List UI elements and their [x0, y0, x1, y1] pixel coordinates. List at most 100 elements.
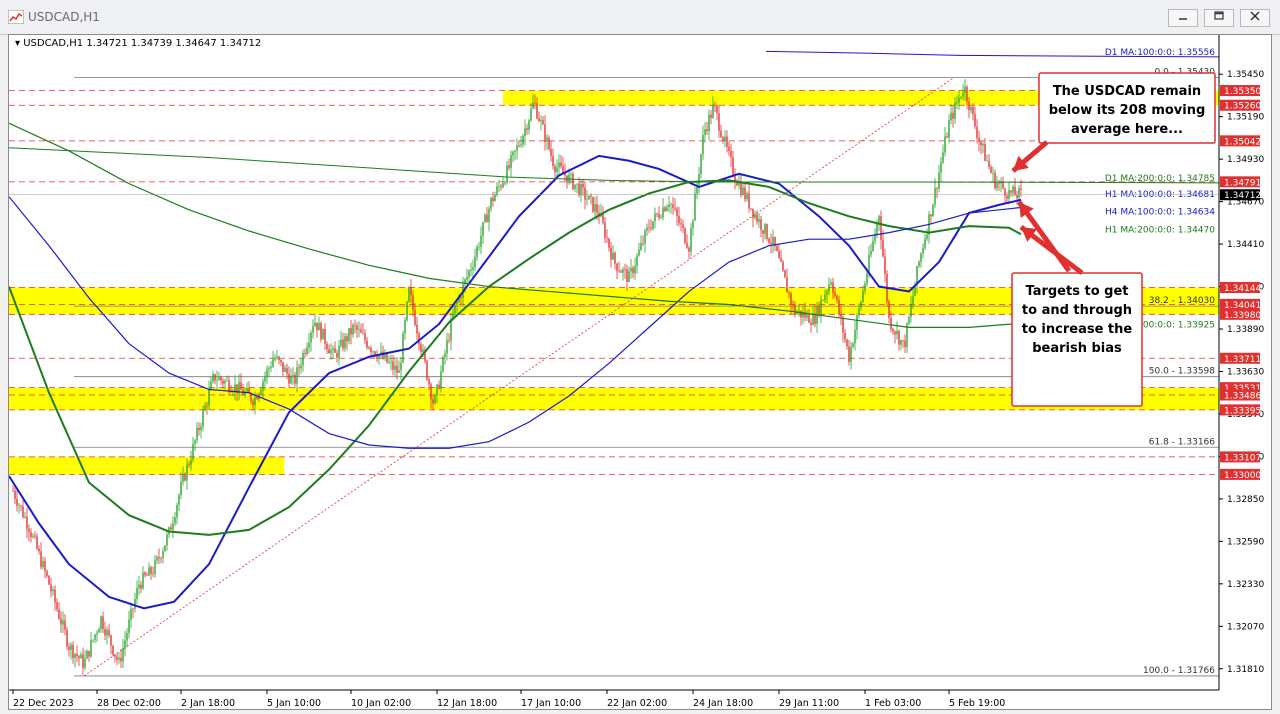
candle-body	[64, 620, 66, 630]
fib-label: 61.8 - 1.33166	[1149, 437, 1215, 447]
candle-body	[936, 187, 938, 189]
candle-body	[850, 347, 852, 362]
candle-body	[794, 304, 796, 315]
candle-body	[908, 316, 910, 324]
candle-body	[270, 366, 272, 368]
candle-body	[480, 235, 482, 247]
candle-body	[732, 157, 734, 176]
candle-body	[438, 384, 440, 389]
candle-body	[680, 223, 682, 225]
candle-body	[368, 347, 370, 349]
h1-ma100-line	[8, 154, 1022, 610]
price-tag-label: 1.35042	[1224, 137, 1261, 147]
candle-body	[456, 302, 458, 305]
candle-body	[274, 358, 276, 360]
y-tick-label: 1.31810	[1227, 665, 1264, 675]
candle-body	[488, 208, 490, 223]
candle-body	[934, 187, 936, 205]
candle-body	[184, 474, 186, 481]
candle-body	[256, 396, 258, 399]
minimize-button[interactable]	[1168, 9, 1198, 27]
candle-body	[638, 249, 640, 256]
candle-body	[100, 616, 102, 629]
candle-body	[472, 267, 474, 270]
candle-body	[926, 234, 928, 239]
candle-body	[822, 300, 824, 301]
candle-body	[770, 242, 772, 245]
candle-body	[778, 250, 780, 259]
candle-body	[688, 247, 690, 252]
candle-body	[852, 343, 854, 348]
candle-body	[946, 136, 948, 138]
candle-body	[214, 374, 216, 381]
candle-body	[714, 105, 716, 106]
candle-body	[26, 516, 28, 529]
candle-body	[534, 102, 536, 104]
restore-button[interactable]	[1204, 9, 1234, 27]
candle-body	[514, 150, 516, 152]
candle-body	[46, 570, 48, 576]
candle-body	[328, 349, 330, 354]
candle-body	[364, 333, 366, 341]
callout-text: Targets to get	[1026, 284, 1129, 299]
candle-body	[282, 362, 284, 372]
candle-body	[768, 238, 770, 243]
candle-body	[432, 399, 434, 404]
candle-body	[334, 348, 336, 353]
candle-body	[414, 310, 416, 325]
candle-body	[750, 208, 752, 209]
candle-body	[178, 495, 180, 505]
candle-body	[1020, 188, 1022, 190]
chart-area[interactable]: 0.0 - 1.3543038.2 - 1.3403050.0 - 1.3359…	[8, 34, 1272, 710]
callout-text: to increase the	[1022, 322, 1133, 337]
candle-body	[260, 390, 262, 394]
candle-body	[572, 173, 574, 189]
symbol-info: ▾ USDCAD,H1 1.34721 1.34739 1.34647 1.34…	[15, 38, 261, 49]
candle-body	[268, 367, 270, 370]
callout-targets-note: Targets to get to and through to increase …	[1011, 272, 1143, 407]
candle-body	[842, 317, 844, 333]
price-chart[interactable]: 0.0 - 1.3543038.2 - 1.3403050.0 - 1.3359…	[8, 35, 1271, 709]
candle-body	[44, 561, 46, 571]
candle-body	[350, 328, 352, 335]
x-tick-label: 5 Feb 19:00	[949, 698, 1005, 709]
candle-body	[342, 339, 344, 349]
candle-body	[326, 343, 328, 350]
candle-body	[506, 165, 508, 183]
candle-body	[376, 355, 378, 359]
candle-body	[492, 197, 494, 202]
close-button[interactable]	[1240, 9, 1270, 27]
candle-body	[840, 314, 842, 318]
candle-body	[56, 602, 58, 610]
price-tag-label: 1.34791	[1224, 178, 1261, 188]
candle-body	[996, 183, 998, 189]
x-tick-label: 24 Jan 18:00	[693, 698, 753, 709]
candle-body	[170, 527, 172, 530]
candle-body	[830, 282, 832, 285]
candle-body	[548, 137, 550, 150]
candle-body	[298, 367, 300, 369]
price-tag-label: 1.33711	[1224, 355, 1261, 365]
candle-body	[158, 557, 160, 559]
candle-body	[16, 498, 18, 506]
candle-body	[978, 137, 980, 142]
candle-body	[436, 384, 438, 396]
candle-body	[640, 242, 642, 250]
candle-body	[490, 197, 492, 209]
candle-body	[1002, 182, 1004, 189]
candle-body	[12, 490, 14, 492]
x-tick-label: 22 Jan 02:00	[607, 698, 667, 709]
candle-body	[772, 236, 774, 245]
candle-body	[90, 640, 92, 657]
h1-ma200-line	[8, 179, 1022, 536]
candle-body	[336, 352, 338, 358]
candle-body	[278, 356, 280, 360]
candle-body	[824, 294, 826, 301]
candle-body	[138, 584, 140, 589]
candle-body	[136, 588, 138, 600]
candle-body	[878, 216, 880, 223]
candle-body	[744, 187, 746, 199]
candle-body	[66, 629, 68, 647]
current-price-label: 1.34712	[1224, 191, 1261, 201]
candle-body	[482, 222, 484, 236]
